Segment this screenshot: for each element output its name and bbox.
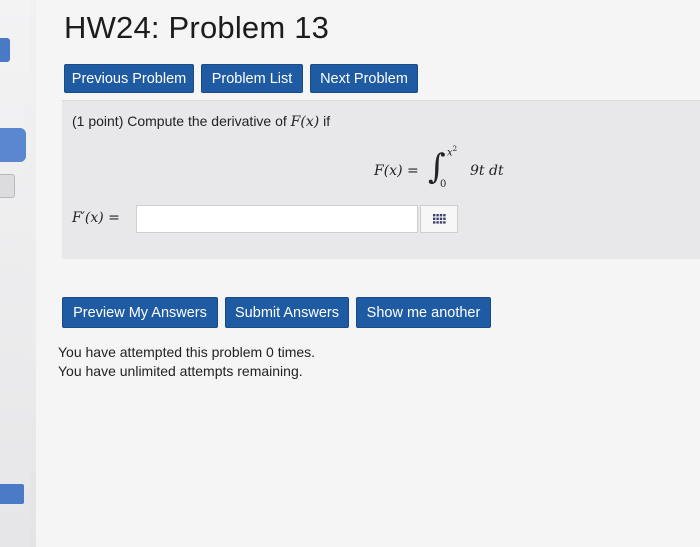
sidebar-tab-active[interactable]	[0, 128, 26, 162]
submit-answers-button[interactable]: Submit Answers	[225, 297, 349, 328]
preview-answers-button[interactable]: Preview My Answers	[62, 297, 218, 328]
page-frame: HW24: Problem 13 Previous Problem Proble…	[0, 0, 700, 547]
show-another-button[interactable]: Show me another	[356, 297, 491, 328]
sidebar-tab-inactive[interactable]	[0, 174, 15, 198]
problem-panel: (1 point) Compute the derivative of F(x)…	[62, 100, 700, 259]
answer-label: F′(x) =	[72, 210, 120, 226]
answer-input[interactable]	[136, 205, 418, 233]
sidebar-tab[interactable]	[0, 484, 24, 504]
prompt-text: Compute the derivative of	[127, 113, 287, 129]
points-label: (1 point)	[72, 113, 124, 129]
previous-problem-button[interactable]: Previous Problem	[64, 64, 194, 93]
left-sidebar-strip	[0, 0, 30, 547]
grid-icon	[433, 214, 446, 224]
next-problem-button[interactable]: Next Problem	[310, 64, 418, 93]
page-title: HW24: Problem 13	[64, 10, 330, 45]
integrand: 9t dt	[470, 163, 504, 179]
main-content: HW24: Problem 13 Previous Problem Proble…	[36, 0, 700, 547]
formula-lhs: F(x) =	[374, 163, 419, 179]
equation-palette-button[interactable]	[420, 205, 458, 233]
upper-limit: x2	[447, 145, 458, 159]
sidebar-tab[interactable]	[0, 38, 10, 62]
problem-list-button[interactable]: Problem List	[201, 64, 303, 93]
problem-statement: (1 point) Compute the derivative of F(x)…	[72, 113, 330, 130]
lower-limit: 0	[440, 179, 447, 190]
remaining-attempts-status: You have unlimited attempts remaining.	[58, 363, 303, 379]
attempts-status: You have attempted this problem 0 times.	[58, 344, 316, 360]
prompt-suffix: if	[323, 113, 331, 129]
function-name: F(x)	[290, 114, 320, 130]
